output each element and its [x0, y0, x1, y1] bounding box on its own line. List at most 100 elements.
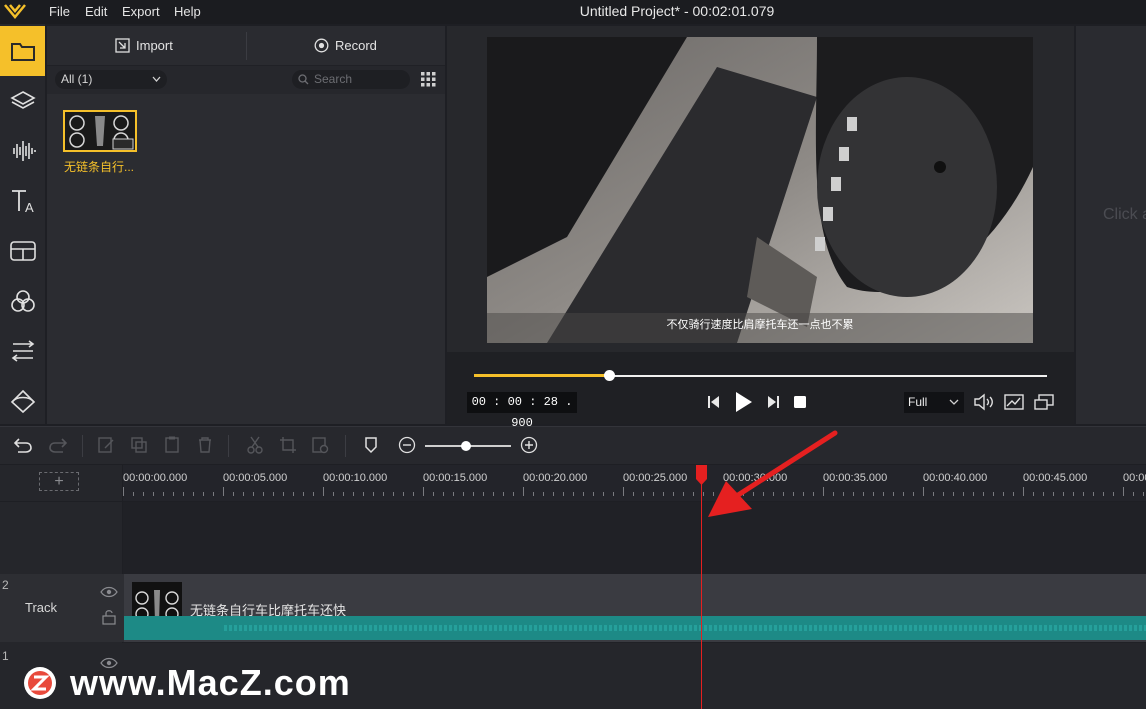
zoom-in-icon[interactable]	[520, 436, 538, 454]
fullscreen-icon[interactable]	[1033, 393, 1055, 411]
clip-audio-waveform	[124, 616, 1146, 640]
import-icon	[115, 38, 130, 53]
record-label: Record	[335, 38, 377, 53]
ruler-tick-label: 00:00:10.000	[323, 472, 388, 484]
playback-controls: 00 : 00 : 28 . 900 Full	[447, 352, 1074, 430]
preview-zoom-dropdown[interactable]: Full	[904, 392, 964, 413]
volume-icon[interactable]	[973, 393, 995, 411]
scissors-icon[interactable]	[246, 436, 264, 454]
delete-icon[interactable]	[196, 436, 214, 454]
previous-frame-icon[interactable]	[706, 394, 722, 410]
track-number: 1	[2, 649, 9, 663]
layers-tab[interactable]	[0, 76, 45, 126]
preview-panel: 不仅骑行速度比肩摩托车还一点也不累 00 : 00 : 28 . 900 Ful…	[447, 26, 1074, 430]
next-frame-icon[interactable]	[765, 394, 781, 410]
marker-icon[interactable]	[363, 436, 379, 454]
watermark-text: www.MacZ.com	[70, 662, 351, 703]
text-icon: A	[11, 190, 34, 214]
title-bar: File Edit Export Help Untitled Project* …	[0, 0, 1146, 24]
toolbar-divider	[246, 32, 247, 60]
undo-icon[interactable]	[13, 436, 33, 454]
chevron-down-icon	[949, 399, 959, 405]
media-item-thumbnail[interactable]	[63, 110, 137, 152]
macz-logo-icon	[24, 667, 56, 699]
current-timecode: 00 : 00 : 28 . 900	[467, 392, 577, 430]
template-tab[interactable]	[0, 226, 45, 276]
text-tab[interactable]: A	[0, 176, 45, 226]
preview-zoom-value: Full	[908, 395, 928, 409]
search-icon	[298, 74, 309, 85]
stop-icon[interactable]	[793, 395, 807, 409]
video-clip[interactable]: 无链条自行车比摩托车还快	[124, 574, 1146, 642]
record-icon	[314, 38, 329, 53]
media-filter-dropdown[interactable]: All (1)	[55, 70, 167, 89]
redo-icon[interactable]	[48, 436, 68, 454]
timeline-toolbar	[0, 426, 1146, 464]
video-thumbnail-image	[65, 112, 135, 150]
snapshot-icon[interactable]	[1003, 393, 1025, 411]
settings-icon[interactable]	[311, 436, 329, 454]
crop-icon[interactable]	[279, 436, 297, 454]
video-subtitle: 不仅骑行速度比肩摩托车还一点也不累	[666, 319, 854, 331]
track-number: 2	[2, 578, 9, 592]
ruler-tick-label: 00:00:25.000	[623, 472, 688, 484]
elements-tab[interactable]	[0, 376, 45, 426]
media-tab[interactable]	[0, 26, 45, 76]
zoom-out-icon[interactable]	[398, 436, 416, 454]
audio-tab[interactable]	[0, 126, 45, 176]
transitions-tab[interactable]	[0, 326, 45, 376]
video-frame-image	[487, 37, 1033, 343]
ruler-tick-label: 00:00:15.000	[423, 472, 488, 484]
play-icon[interactable]	[733, 391, 753, 413]
toolbar-separator	[228, 435, 229, 457]
track-label: Track	[25, 600, 58, 615]
waveform-icon	[12, 141, 36, 161]
filter-row: All (1) Search	[47, 66, 445, 94]
audio-waveform-image	[224, 625, 1146, 631]
ruler-tick-label: 00:00:00.000	[123, 472, 188, 484]
media-panel: Import Record All (1) Search 无链条自行...	[47, 26, 445, 424]
toolbar-separator	[82, 435, 83, 457]
grid-view-icon[interactable]	[421, 72, 436, 87]
window-title: Untitled Project* - 00:02:01.079	[579, 3, 775, 19]
properties-hint: Click a	[1103, 206, 1146, 223]
ruler-tick-label: 00:00:20.000	[523, 472, 588, 484]
chevron-down-icon	[152, 76, 161, 82]
edit-icon[interactable]	[97, 436, 115, 454]
svg-text:A: A	[25, 200, 34, 214]
timeline-header-left: +	[0, 465, 122, 501]
media-search-input[interactable]: Search	[292, 70, 410, 89]
filters-icon	[10, 290, 35, 312]
ruler-tick-label: 00:00:50.000	[1123, 472, 1146, 484]
annotation-arrow-icon	[708, 430, 838, 517]
import-label: Import	[136, 38, 173, 53]
ruler-tick-label: 00:00:05.000	[223, 472, 288, 484]
media-filter-value: All (1)	[61, 72, 93, 86]
paste-icon[interactable]	[163, 436, 181, 454]
watermark: www.MacZ.com	[22, 662, 351, 704]
left-tool-rail: A	[0, 24, 45, 424]
progress-knob[interactable]	[603, 370, 615, 381]
ruler-tick-label: 00:00:40.000	[923, 472, 988, 484]
media-item-name: 无链条自行...	[64, 160, 135, 174]
eye-icon[interactable]	[100, 586, 118, 598]
copy-icon[interactable]	[130, 436, 148, 454]
toolbar-separator	[345, 435, 346, 457]
timeline-ruler[interactable]: 00:00:00.000 00:00:05.000 00:00:10.000 00:0…	[123, 465, 1146, 501]
lock-icon[interactable]	[102, 609, 116, 625]
transitions-icon	[11, 340, 34, 362]
folder-icon	[10, 43, 35, 61]
elements-icon	[10, 389, 35, 414]
layers-icon	[9, 91, 36, 109]
filters-tab[interactable]	[0, 276, 45, 326]
video-preview[interactable]: 不仅骑行速度比肩摩托车还一点也不累	[487, 37, 1033, 343]
record-button[interactable]: Record	[314, 38, 377, 53]
track-row-2: 2 Track 无链条自行车比摩托车还快	[0, 574, 1146, 642]
add-track-button[interactable]: +	[39, 472, 79, 491]
media-toolbar: Import Record	[47, 26, 445, 66]
template-icon	[9, 241, 36, 261]
properties-panel: Click a	[1076, 26, 1146, 424]
search-placeholder: Search	[314, 72, 353, 86]
timeline-zoom-knob[interactable]	[461, 441, 472, 451]
import-button[interactable]: Import	[115, 38, 173, 53]
